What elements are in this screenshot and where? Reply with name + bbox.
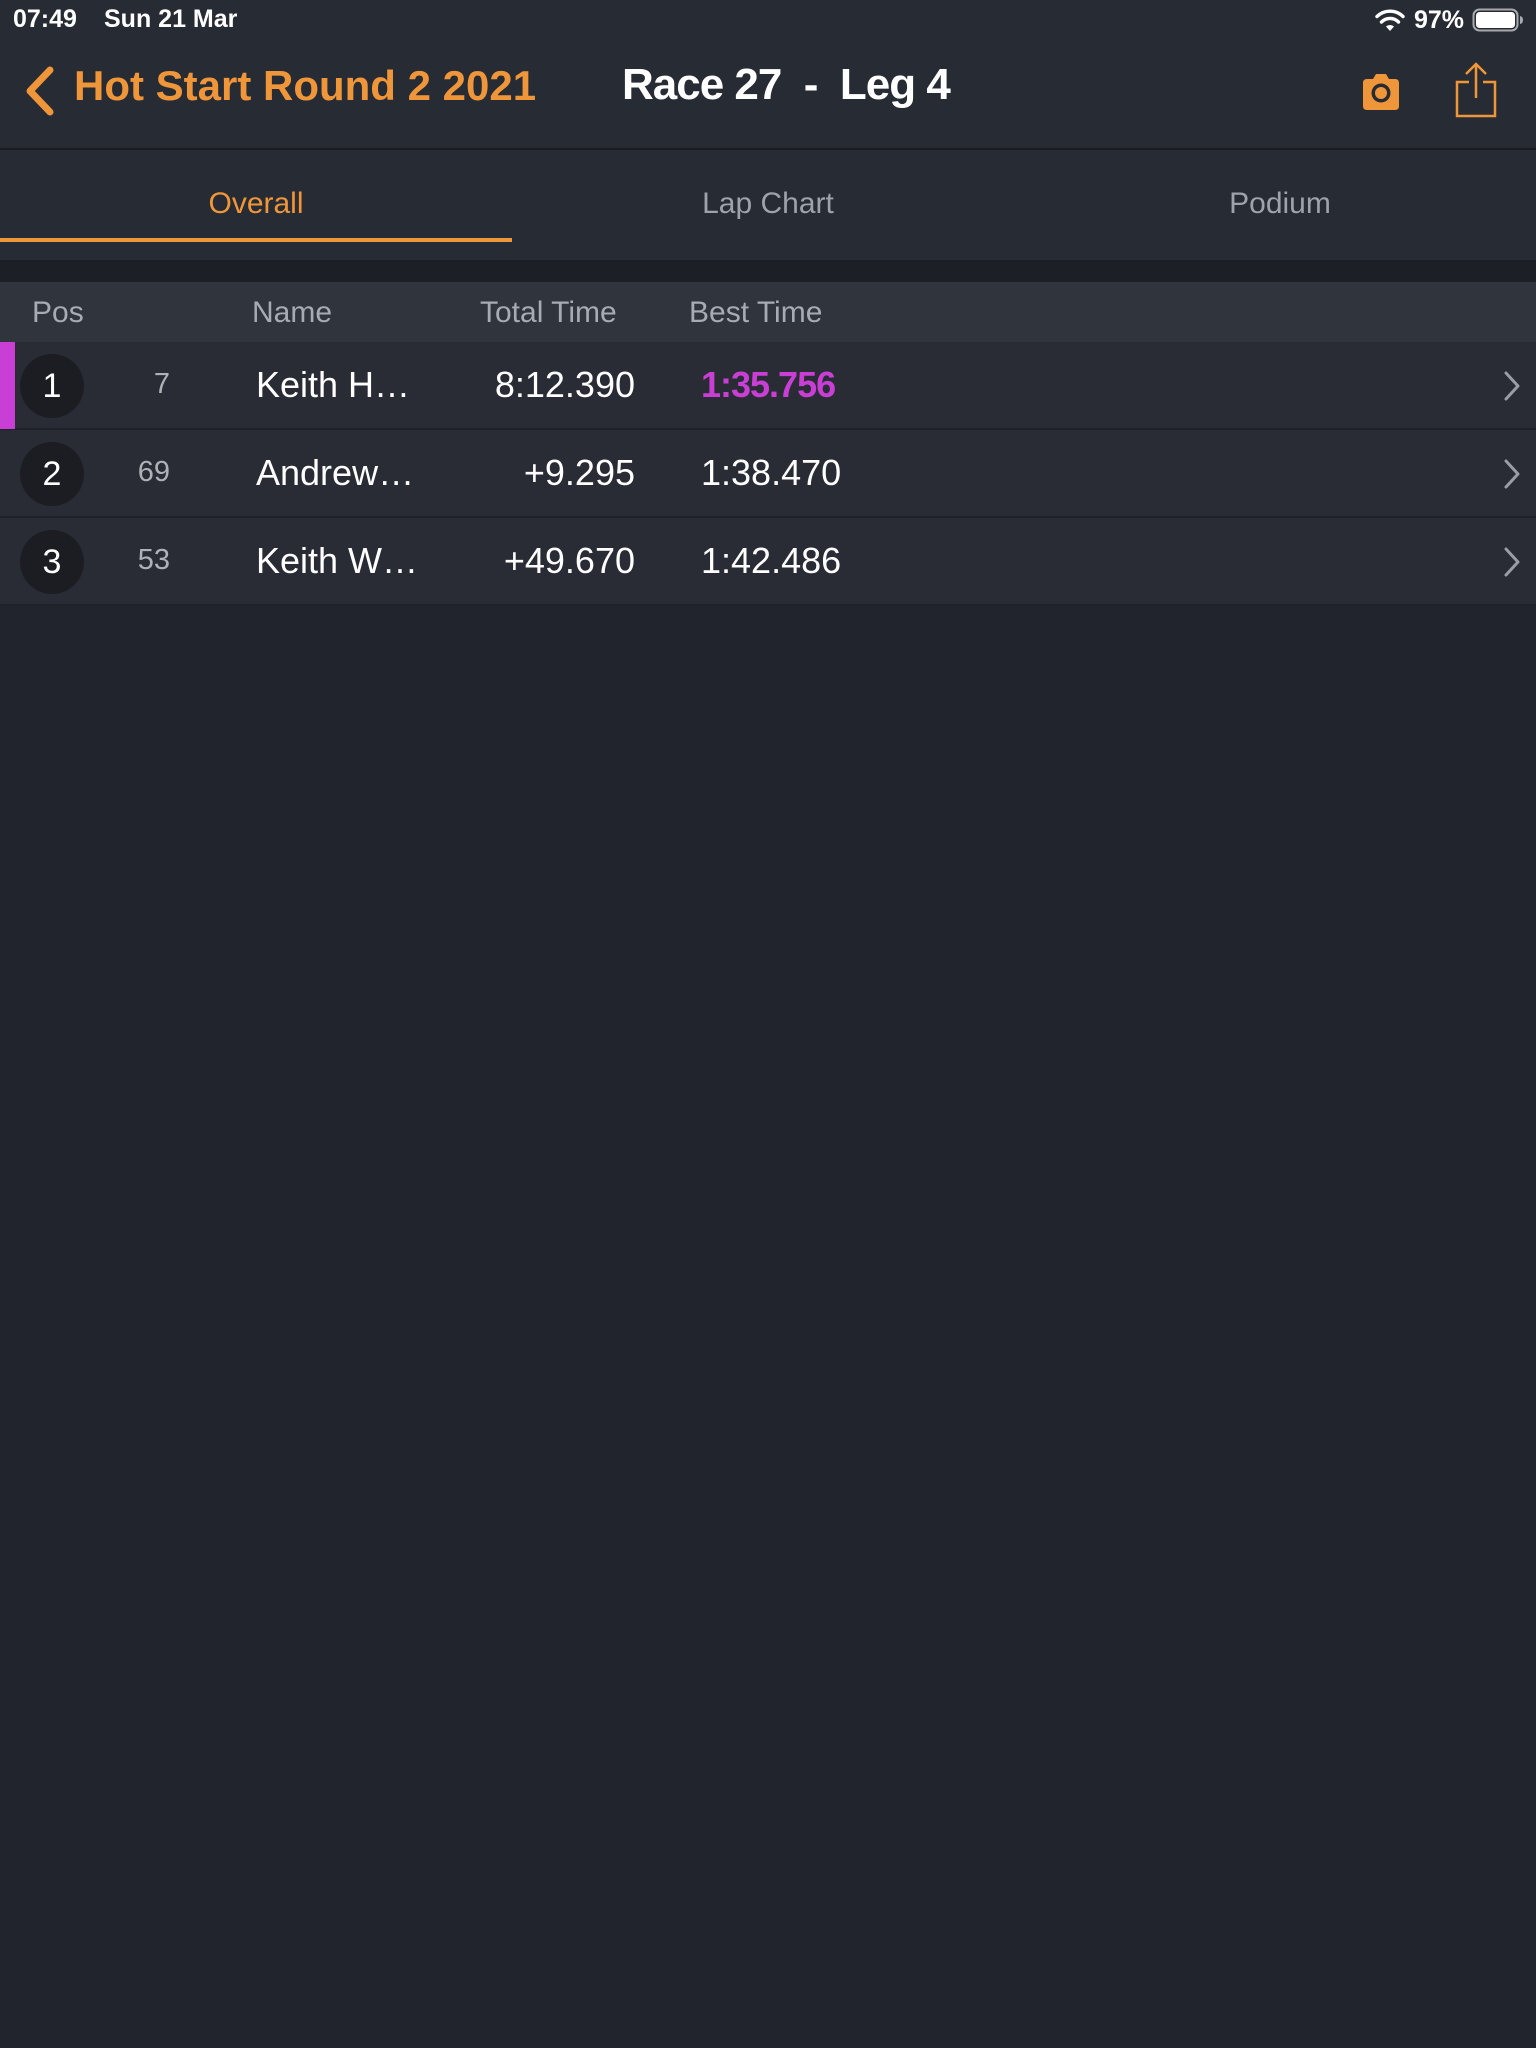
share-icon[interactable] [1454, 62, 1498, 118]
page-title: Race 27 - Leg 4 [622, 60, 951, 109]
status-time: 07:49 [13, 5, 77, 33]
car-number: 7 [153, 368, 170, 400]
table-row[interactable]: 3 53 Keith W… +49.670 1:42.486 [0, 518, 1536, 606]
wifi-icon [1375, 9, 1405, 31]
column-header-pos: Pos [32, 296, 84, 329]
camera-icon[interactable] [1359, 70, 1403, 114]
best-time: 1:42.486 [701, 540, 842, 581]
navigation-bar: Hot Start Round 2 2021 Race 27 - Leg 4 [0, 40, 1536, 150]
chevron-left-icon[interactable] [22, 66, 56, 116]
driver-name: Keith W… [256, 540, 419, 581]
back-button[interactable]: Hot Start Round 2 2021 [74, 62, 536, 110]
table-row[interactable]: 2 69 Andrew… +9.295 1:38.470 [0, 430, 1536, 518]
tab-lap-chart[interactable]: Lap Chart [512, 150, 1024, 258]
results-table-header: Pos Name Total Time Best Time [0, 282, 1536, 343]
app-screen: 07:49 Sun 21 Mar 97% Hot Start Round 2 2… [0, 0, 1536, 2048]
car-number: 69 [137, 456, 170, 488]
column-header-best-time: Best Time [689, 296, 823, 329]
segmented-tabs: Overall Lap Chart Podium [0, 150, 1536, 262]
total-time: +49.670 [503, 540, 635, 581]
position-badge: 3 [20, 530, 84, 594]
battery-percentage: 97% [1413, 5, 1464, 34]
tab-podium[interactable]: Podium [1024, 150, 1536, 258]
section-divider [0, 262, 1536, 282]
battery-icon [1472, 8, 1523, 32]
chevron-right-icon [1504, 459, 1520, 489]
column-header-total-time: Total Time [480, 296, 617, 329]
best-time: 1:35.756 [701, 364, 836, 405]
position-badge: 1 [20, 354, 84, 418]
best-time: 1:38.470 [701, 452, 842, 493]
total-time: 8:12.390 [494, 364, 635, 405]
status-bar: 07:49 Sun 21 Mar 97% [0, 0, 1536, 40]
fastest-lap-marker [0, 342, 15, 429]
chevron-right-icon [1504, 547, 1520, 577]
status-indicators: 97% [1374, 4, 1524, 36]
status-date: Sun 21 Mar [104, 5, 238, 33]
column-header-name: Name [252, 296, 333, 329]
driver-name: Andrew… [256, 452, 415, 493]
active-tab-indicator [0, 238, 512, 242]
table-row[interactable]: 1 7 Keith H… 8:12.390 1:35.756 [0, 342, 1536, 430]
driver-name: Keith H… [256, 364, 411, 405]
chevron-right-icon [1504, 371, 1520, 401]
car-number: 53 [137, 544, 170, 576]
position-badge: 2 [20, 442, 84, 506]
total-time: +9.295 [523, 452, 635, 493]
